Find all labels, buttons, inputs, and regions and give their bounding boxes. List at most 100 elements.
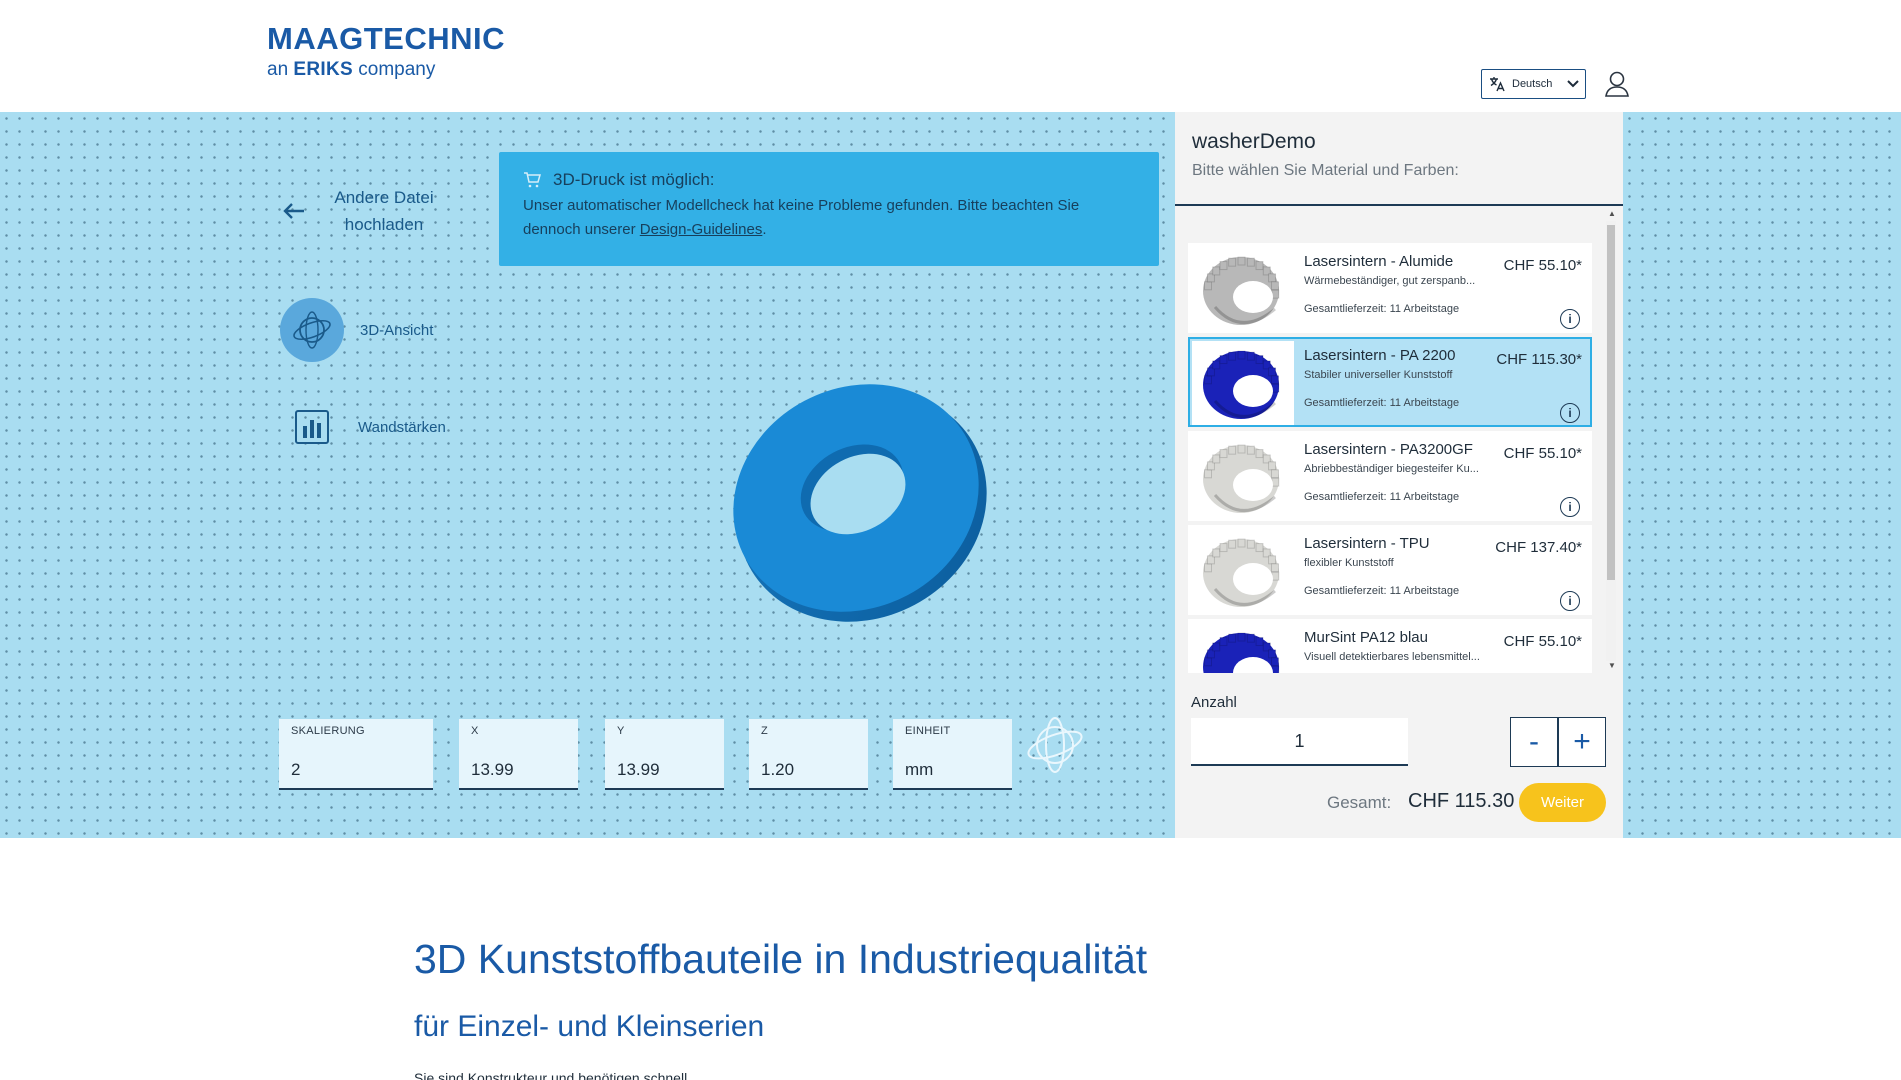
material-item-pa3200gf[interactable]: Lasersintern - PA3200GF Abriebbeständige… <box>1188 431 1592 521</box>
page-subheading: für Einzel- und Kleinserien <box>414 1010 765 1043</box>
notice-title-row: 3D-Druck ist möglich: <box>523 170 1135 190</box>
material-thumbnail <box>1192 435 1294 519</box>
unit-label: EINHEIT <box>905 725 951 737</box>
material-item-tpu[interactable]: Lasersintern - TPU flexibler Kunststoff … <box>1188 525 1592 615</box>
material-price: CHF 55.10* <box>1503 257 1582 274</box>
material-price: CHF 137.40* <box>1495 539 1582 556</box>
material-thumbnail <box>1192 247 1294 331</box>
material-price: CHF 115.30* <box>1496 351 1582 368</box>
material-price: CHF 55.10* <box>1503 445 1582 462</box>
wall-thickness-label: Wandstärken <box>358 418 446 436</box>
scale-field[interactable]: SKALIERUNG 2 <box>279 719 433 790</box>
scroll-up-arrow-icon[interactable]: ▲ <box>1608 209 1616 218</box>
material-name: Lasersintern - TPU <box>1304 535 1430 552</box>
unit-value: mm <box>905 760 934 779</box>
material-thumbnail <box>1192 529 1294 613</box>
scrollbar-thumb[interactable] <box>1607 225 1615 580</box>
washer-3d-model[interactable] <box>724 372 994 622</box>
scale-label: SKALIERUNG <box>291 725 365 737</box>
scroll-down-arrow-icon[interactable]: ▼ <box>1608 661 1616 670</box>
language-value: Deutsch <box>1512 78 1553 90</box>
total-label: Gesamt: <box>1327 793 1392 812</box>
y-dimension-field[interactable]: Y 13.99 <box>605 719 724 790</box>
x-dimension-field[interactable]: X 13.99 <box>459 719 578 790</box>
orbit-3d-icon <box>293 311 331 349</box>
logo-tagline: an ERIKS company <box>267 58 505 82</box>
quantity-increment-button[interactable]: + <box>1558 717 1606 767</box>
notice-title: 3D-Druck ist möglich: <box>553 170 715 189</box>
view-3d-circle <box>280 298 344 362</box>
upload-label-line2: hochladen <box>344 215 424 234</box>
unit-field[interactable]: EINHEIT mm <box>893 719 1012 790</box>
quantity-decrement-button[interactable]: - <box>1510 717 1558 767</box>
material-description: Abriebbeständiger biegesteifer Ku... <box>1304 463 1479 475</box>
upload-other-file-label: Andere Datei hochladen <box>324 184 444 238</box>
view-3d-label: 3D-Ansicht <box>360 321 434 339</box>
material-item-pa2200[interactable]: Lasersintern - PA 2200 Stabiler universe… <box>1188 337 1592 427</box>
material-thumbnail <box>1192 341 1294 425</box>
info-icon[interactable]: i <box>1560 591 1580 611</box>
page-heading: 3D Kunststoffbauteile in Industriequalit… <box>414 936 1148 982</box>
upload-label-line1: Andere Datei <box>334 188 434 207</box>
y-value: 13.99 <box>617 760 660 779</box>
material-delivery-time: Gesamtlieferzeit: 11 Arbeitstage <box>1304 491 1460 503</box>
material-name: Lasersintern - PA3200GF <box>1304 441 1473 458</box>
z-value: 1.20 <box>761 760 795 779</box>
site-header: MAAGTECHNIC an ERIKS company Deutsch <box>0 0 1901 112</box>
view-3d-button[interactable]: 3D-Ansicht <box>280 298 433 362</box>
rotate-view-icon[interactable] <box>1023 713 1087 777</box>
material-item-mursint-pa12[interactable]: MurSint PA12 blau Visuell detektierbares… <box>1188 619 1592 673</box>
x-label: X <box>471 725 479 737</box>
z-label: Z <box>761 725 769 737</box>
material-delivery-time: Gesamtlieferzeit: 11 Arbeitstage <box>1304 303 1460 315</box>
material-item-alumide[interactable]: Lasersintern - Alumide Wärmebeständiger,… <box>1188 243 1592 333</box>
x-value: 13.99 <box>471 760 514 779</box>
file-name: washerDemo <box>1192 130 1316 153</box>
logo-tagline-brand: ERIKS <box>293 59 353 80</box>
wall-thickness-button[interactable]: Wandstärken <box>294 409 446 445</box>
design-guidelines-link[interactable]: Design-Guidelines <box>640 221 763 238</box>
quantity-input[interactable]: 1 <box>1191 718 1408 766</box>
intro-paragraph: Sie sind Konstrukteur und benötigen schn… <box>414 1070 688 1080</box>
z-dimension-field[interactable]: Z 1.20 <box>749 719 868 790</box>
total-price: CHF 115.30 <box>1408 790 1515 812</box>
material-list-scrollbar[interactable]: ▲ ▼ <box>1604 209 1618 673</box>
translate-icon <box>1490 77 1505 92</box>
material-name: Lasersintern - Alumide <box>1304 253 1454 270</box>
material-name: MurSint PA12 blau <box>1304 629 1428 646</box>
user-account-icon[interactable] <box>1604 70 1630 98</box>
next-button[interactable]: Weiter <box>1519 783 1606 822</box>
logo-tagline-suffix: company <box>358 59 436 80</box>
chevron-down-icon <box>1567 80 1579 88</box>
viewer-background-right <box>1623 112 1901 838</box>
upload-other-file-button[interactable]: Andere Datei hochladen <box>282 184 444 238</box>
quantity-label: Anzahl <box>1191 694 1237 711</box>
cart-icon <box>524 172 541 188</box>
arrow-left-icon <box>283 203 304 219</box>
info-icon[interactable]: i <box>1560 403 1580 423</box>
notice-end: . <box>762 221 767 238</box>
logo-tagline-prefix: an <box>267 59 289 80</box>
material-name: Lasersintern - PA 2200 <box>1304 347 1456 364</box>
bar-chart-icon <box>295 410 329 444</box>
material-thumbnail <box>1192 623 1294 673</box>
panel-subtitle: Bitte wählen Sie Material und Farben: <box>1192 162 1459 179</box>
notice-body-text: Unser automatischer Modellcheck hat kein… <box>523 197 1080 238</box>
scale-value: 2 <box>291 760 301 779</box>
material-description: Wärmebeständiger, gut zerspanb... <box>1304 275 1476 287</box>
material-delivery-time: Gesamtlieferzeit: 11 Arbeitstage <box>1304 585 1460 597</box>
material-list[interactable]: Lasersintern - Alumide Wärmebeständiger,… <box>1188 243 1594 673</box>
logo-wordmark: MAAGTECHNIC <box>267 21 505 56</box>
logo[interactable]: MAAGTECHNIC an ERIKS company <box>267 22 505 82</box>
material-description: Stabiler universeller Kunststoff <box>1304 369 1453 381</box>
panel-header: washerDemo Bitte wählen Sie Material und… <box>1175 112 1623 206</box>
material-delivery-time: Gesamtlieferzeit: 11 Arbeitstage <box>1304 397 1460 409</box>
info-icon[interactable]: i <box>1560 497 1580 517</box>
info-icon[interactable]: i <box>1560 309 1580 329</box>
language-select[interactable]: Deutsch <box>1481 69 1586 99</box>
material-description: Visuell detektierbares lebensmittel... <box>1304 651 1480 663</box>
printability-notice: 3D-Druck ist möglich: Unser automatische… <box>499 152 1159 266</box>
material-description: flexibler Kunststoff <box>1304 557 1394 569</box>
material-price: CHF 55.10* <box>1503 633 1582 650</box>
notice-body: Unser automatischer Modellcheck hat kein… <box>523 194 1135 242</box>
